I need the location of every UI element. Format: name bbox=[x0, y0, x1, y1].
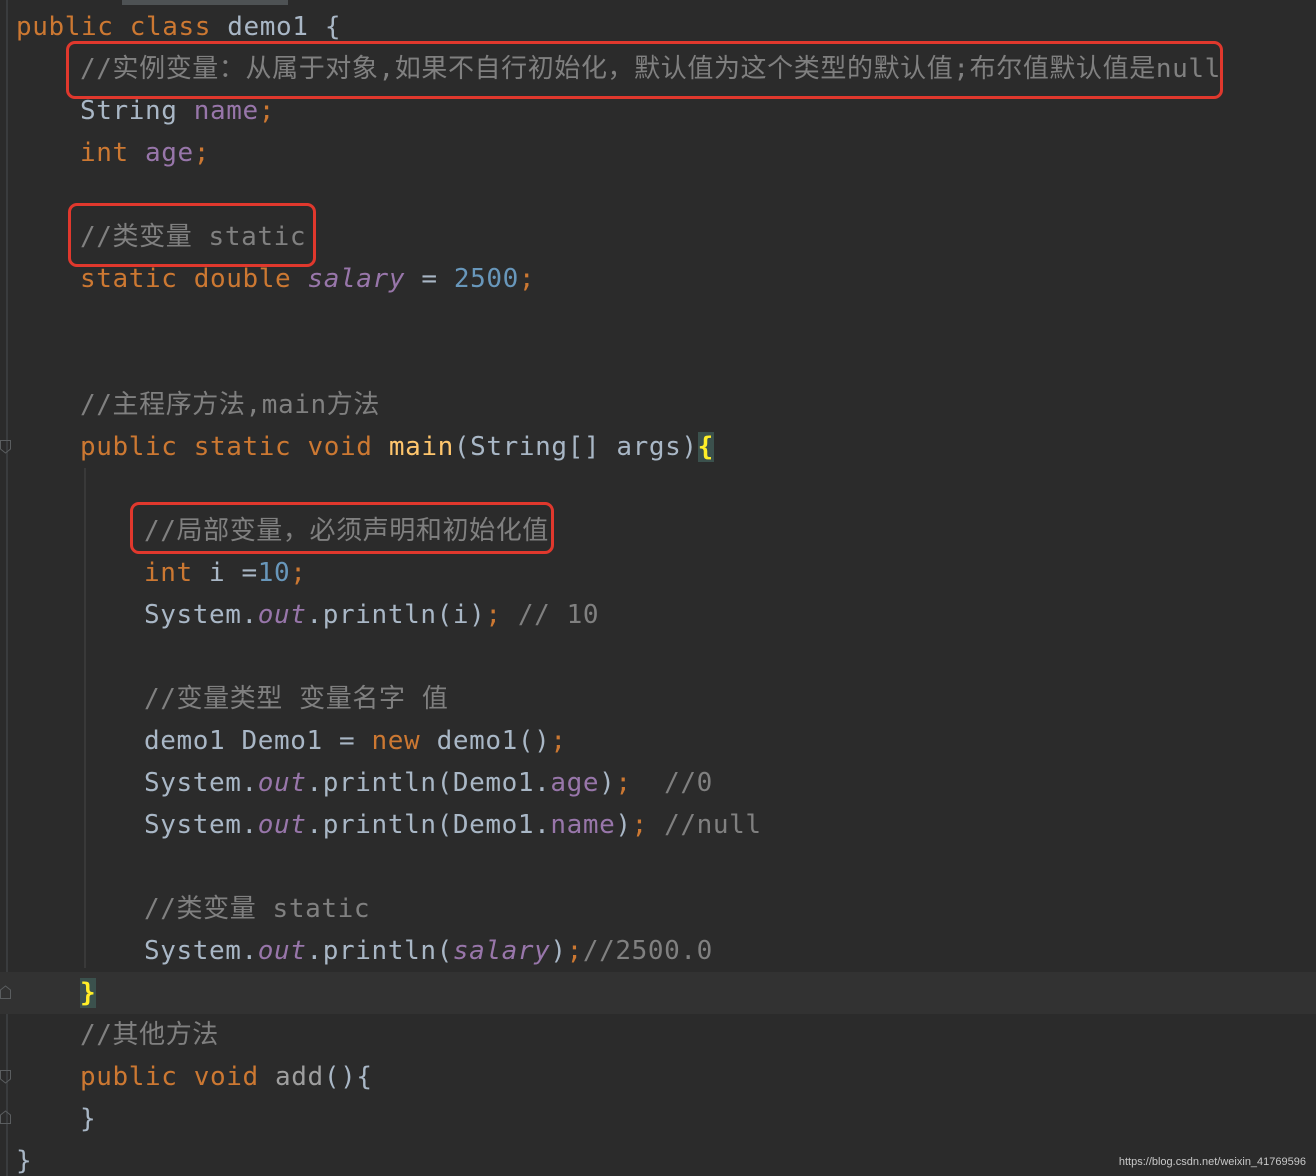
code-line-7[interactable]: //主程序方法,main方法 bbox=[80, 387, 380, 423]
static-field-salary: salary bbox=[307, 264, 406, 294]
comment: //主程序方法,main方法 bbox=[80, 390, 380, 420]
method-name: add bbox=[275, 1062, 324, 1092]
call-end: ) bbox=[599, 768, 616, 798]
semicolon: ; bbox=[258, 96, 276, 126]
code-line-3[interactable]: String name; bbox=[80, 93, 275, 129]
comment: //2500.0 bbox=[582, 936, 713, 966]
comment: //类变量 static bbox=[80, 222, 307, 252]
object: System. bbox=[144, 768, 258, 798]
fold-close-icon[interactable] bbox=[0, 1110, 11, 1124]
comment: //null bbox=[647, 810, 762, 840]
watermark: https://blog.csdn.net/weixin_41769596 bbox=[1118, 1156, 1306, 1168]
code-line-8[interactable]: public static void main(String[] args){ bbox=[80, 429, 714, 465]
keyword: static double bbox=[80, 264, 308, 294]
static-field-out: out bbox=[257, 600, 307, 630]
code-line-10[interactable]: int i =10; bbox=[144, 555, 307, 591]
comment: //0 bbox=[631, 768, 713, 798]
keyword: public void bbox=[80, 1062, 276, 1092]
semicolon: ; bbox=[631, 810, 648, 840]
params: (){ bbox=[323, 1062, 373, 1092]
code-line-13[interactable]: demo1 Demo1 = new demo1(); bbox=[144, 723, 567, 759]
code-line-16[interactable]: //类变量 static bbox=[144, 891, 370, 927]
fold-open-icon[interactable] bbox=[0, 440, 11, 454]
semicolon: ; bbox=[550, 726, 567, 756]
code-line-2[interactable]: //实例变量：从属于对象,如果不自行初始化，默认值为这个类型的默认值;布尔值默认… bbox=[80, 51, 1221, 87]
call-end: ) bbox=[615, 810, 632, 840]
keyword: public class bbox=[16, 12, 228, 42]
horizontal-scroll-thumb[interactable] bbox=[122, 0, 288, 5]
brace-match: } bbox=[80, 978, 97, 1008]
object: System. bbox=[144, 600, 258, 630]
variable: i = bbox=[209, 558, 258, 588]
class-name: demo1 bbox=[227, 12, 325, 42]
keyword: int bbox=[80, 138, 146, 168]
code-line-11[interactable]: System.out.println(i); // 10 bbox=[144, 597, 599, 633]
keyword: new bbox=[371, 726, 421, 756]
code-line-6[interactable]: static double salary = 2500; bbox=[80, 261, 535, 297]
semicolon: ; bbox=[615, 768, 632, 798]
comment: // 10 bbox=[501, 600, 600, 630]
code-line-17[interactable]: System.out.println(salary);//2500.0 bbox=[144, 933, 713, 969]
code-line-1[interactable]: public class demo1 { bbox=[16, 9, 341, 45]
keyword: public static void bbox=[80, 432, 389, 462]
code-line-5[interactable]: //类变量 static bbox=[80, 219, 306, 255]
code-line-21[interactable]: } bbox=[80, 1101, 96, 1137]
call: demo1() bbox=[420, 726, 551, 756]
semicolon: ; bbox=[193, 138, 211, 168]
semicolon: ; bbox=[290, 558, 307, 588]
static-field-salary: salary bbox=[452, 936, 551, 966]
fold-open-icon[interactable] bbox=[0, 1070, 11, 1084]
field-name: name bbox=[193, 96, 259, 126]
brace: { bbox=[324, 12, 342, 42]
call: .println(Demo1. bbox=[306, 768, 551, 798]
code-line-20[interactable]: public void add(){ bbox=[80, 1059, 373, 1095]
declaration: demo1 Demo1 = bbox=[144, 726, 372, 756]
params: (String[] args) bbox=[453, 432, 698, 462]
call: .println(Demo1. bbox=[306, 810, 551, 840]
comment: //类变量 static bbox=[144, 894, 371, 924]
operator: = bbox=[405, 264, 454, 294]
brace-match: { bbox=[697, 432, 714, 462]
keyword: int bbox=[144, 558, 210, 588]
code-line-9[interactable]: //局部变量，必须声明和初始化值 bbox=[144, 513, 549, 549]
method-name: main bbox=[388, 432, 454, 462]
semicolon: ; bbox=[566, 936, 583, 966]
type: String bbox=[80, 96, 194, 126]
brace: } bbox=[80, 1104, 97, 1134]
field-age: age bbox=[145, 138, 194, 168]
object: System. bbox=[144, 936, 258, 966]
code-line-12[interactable]: //变量类型 变量名字 值 bbox=[144, 681, 448, 717]
number: 2500 bbox=[453, 264, 519, 294]
number: 10 bbox=[257, 558, 291, 588]
code-line-4[interactable]: int age; bbox=[80, 135, 210, 171]
comment: //局部变量，必须声明和初始化值 bbox=[144, 516, 549, 546]
code-editor[interactable]: public class demo1 { //实例变量：从属于对象,如果不自行初… bbox=[0, 0, 1316, 1176]
code-line-19[interactable]: //其他方法 bbox=[80, 1017, 219, 1053]
fold-close-icon[interactable] bbox=[0, 985, 11, 999]
semicolon: ; bbox=[485, 600, 502, 630]
code-line-15[interactable]: System.out.println(Demo1.name); //null bbox=[144, 807, 762, 843]
brace: } bbox=[16, 1146, 33, 1176]
code-line-18[interactable]: } bbox=[80, 975, 97, 1011]
code-line-14[interactable]: System.out.println(Demo1.age); //0 bbox=[144, 765, 713, 801]
field-age: age bbox=[550, 768, 600, 798]
comment: //其他方法 bbox=[80, 1020, 219, 1050]
comment: //变量类型 变量名字 值 bbox=[144, 684, 449, 714]
indent-guide bbox=[84, 468, 86, 968]
call: .println(i) bbox=[306, 600, 486, 630]
static-field-out: out bbox=[257, 768, 307, 798]
static-field-out: out bbox=[257, 810, 307, 840]
current-line-highlight bbox=[0, 972, 1316, 1014]
comment: //实例变量：从属于对象,如果不自行初始化，默认值为这个类型的默认值;布尔值默认… bbox=[80, 54, 1221, 84]
field-name: name bbox=[550, 810, 616, 840]
object: System. bbox=[144, 810, 258, 840]
call-end: ) bbox=[550, 936, 567, 966]
call: .println( bbox=[306, 936, 453, 966]
static-field-out: out bbox=[257, 936, 307, 966]
semicolon: ; bbox=[518, 264, 536, 294]
code-line-22[interactable]: } bbox=[16, 1143, 32, 1176]
